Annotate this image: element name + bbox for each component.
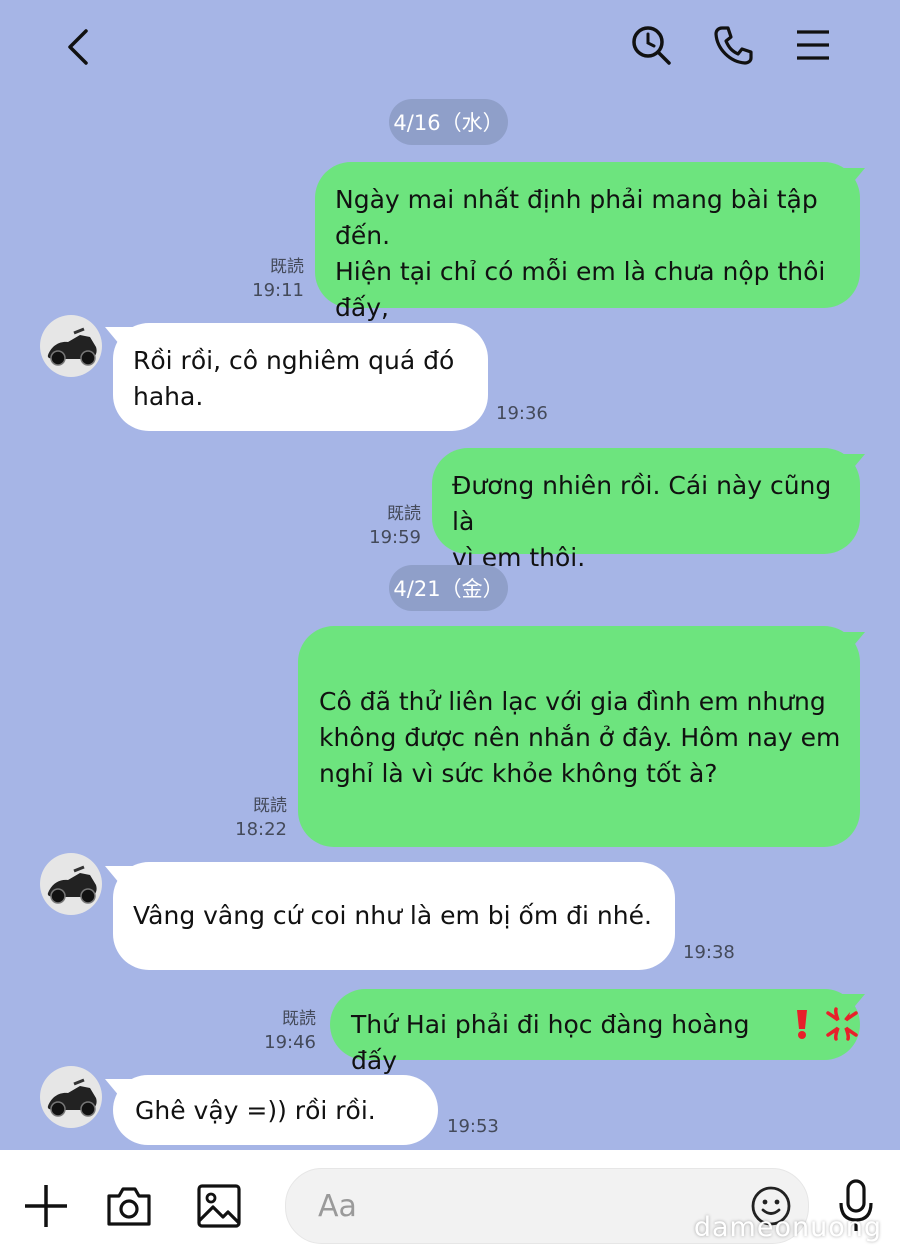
bubble-tail [835, 994, 865, 1018]
read-receipt: 既読 [270, 257, 304, 277]
read-receipt: 既読 [282, 1009, 316, 1029]
avatar[interactable] [40, 1066, 102, 1128]
message-line: Vâng vâng cứ coi như là em bị ốm đi nhé. [133, 901, 652, 930]
message-bubble-incoming[interactable]: Vâng vâng cứ coi như là em bị ốm đi nhé. [113, 862, 675, 970]
bubble-tail [105, 327, 135, 351]
date-separator: 4/21（金） [389, 565, 508, 611]
message-time: 19:36 [496, 403, 548, 424]
read-receipt: 既読 [387, 504, 421, 524]
avatar[interactable] [40, 853, 102, 915]
read-receipt: 既読 [253, 796, 287, 816]
message-line: nghỉ là vì sức khỏe không tốt à? [319, 759, 718, 788]
bubble-tail [105, 1079, 135, 1103]
back-icon[interactable] [52, 22, 102, 72]
bubble-tail [835, 454, 865, 478]
message-time: 18:22 [235, 819, 287, 840]
message-line: Đương nhiên rồi. Cái này cũng là [452, 471, 832, 536]
message-time: 19:38 [683, 942, 735, 963]
message-line: Ngày mai nhất định phải mang bài tập đến… [335, 185, 818, 250]
message-line: không được nên nhắn ở đây. Hôm nay em [319, 723, 841, 752]
message-line: Ghê vậy =)) rồi rồi. [135, 1096, 376, 1125]
search-icon[interactable] [626, 20, 676, 70]
bubble-tail [105, 866, 135, 890]
message-time: 19:11 [252, 280, 304, 301]
chat-header [0, 0, 900, 92]
message-line: Rồi rồi, cô nghiêm quá đó [133, 346, 455, 375]
plus-icon[interactable] [20, 1180, 72, 1232]
hamburger-menu-icon[interactable] [788, 22, 838, 68]
message-bubble-outgoing[interactable]: Đương nhiên rồi. Cái này cũng là vì em t… [432, 448, 860, 572]
message-meta: 既読 19:59 [346, 503, 421, 549]
watermark: dameonuong [693, 1212, 882, 1243]
phone-icon[interactable] [708, 20, 758, 70]
message-time: 19:46 [264, 1032, 316, 1053]
bubble-tail [835, 168, 865, 192]
message-meta: 既読 18:22 [212, 795, 287, 841]
message-bubble-outgoing[interactable]: Cô đã thử liên lạc với gia đình em nhưng… [298, 626, 860, 847]
message-meta: 既読 19:11 [230, 256, 304, 302]
message-line: Thứ Hai phải đi học đàng hoàng đấy [351, 1010, 750, 1075]
message-bubble-incoming[interactable]: Rồi rồi, cô nghiêm quá đó haha. [113, 323, 488, 431]
message-line: vì em thôi. [452, 543, 586, 572]
input-placeholder: Aa [318, 1189, 357, 1224]
message-bubble-incoming[interactable]: Ghê vậy =)) rồi rồi. [113, 1075, 438, 1145]
bubble-tail [835, 632, 865, 656]
message-meta: 既読 19:46 [241, 1008, 316, 1054]
message-line: Cô đã thử liên lạc với gia đình em nhưng [319, 687, 826, 716]
message-time: 19:53 [447, 1116, 499, 1137]
camera-icon[interactable] [103, 1180, 155, 1232]
message-bubble-outgoing[interactable]: Thứ Hai phải đi học đàng hoàng đấy [330, 989, 860, 1075]
red-exclamation-icon [794, 1007, 810, 1041]
message-time: 19:59 [369, 527, 421, 548]
date-separator: 4/16（水） [389, 99, 508, 145]
avatar[interactable] [40, 315, 102, 377]
message-bubble-outgoing[interactable]: Ngày mai nhất định phải mang bài tập đến… [315, 162, 860, 358]
message-line: Hiện tại chỉ có mỗi em là chưa nộp thôi … [335, 257, 826, 322]
image-icon[interactable] [193, 1180, 245, 1232]
message-line: haha. [133, 382, 204, 411]
